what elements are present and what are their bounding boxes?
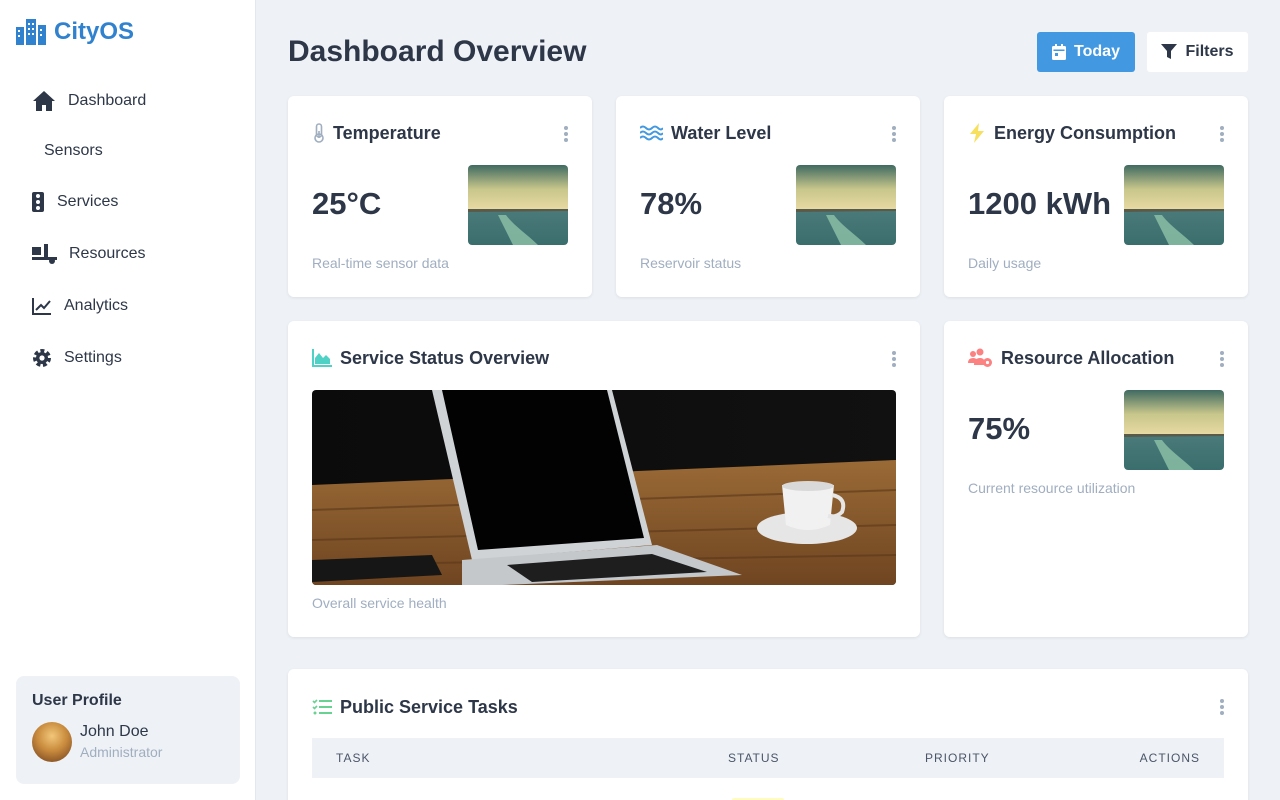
card-header: Service Status Overview	[312, 347, 549, 369]
column-header-priority[interactable]: PRIORITY	[925, 751, 990, 765]
sidebar-item-settings[interactable]: Settings	[32, 332, 242, 384]
user-name: John Doe	[80, 723, 149, 740]
user-profile-card[interactable]: User Profile John Doe Administrator	[16, 676, 240, 784]
card-title: Water Level	[671, 122, 772, 143]
sidebar-item-label: Resources	[69, 245, 146, 262]
app-logo[interactable]: CityOS	[16, 18, 134, 46]
gear-icon	[32, 346, 52, 370]
traffic-light-icon	[32, 190, 44, 214]
bolt-icon	[968, 122, 986, 144]
water-icon	[640, 122, 663, 144]
temperature-thumbnail	[468, 165, 568, 245]
water-level-thumbnail	[796, 165, 896, 245]
sidebar: CityOS Dashboard Sensors Services Resour…	[0, 0, 256, 800]
water-level-caption: Reservoir status	[640, 255, 742, 271]
chart-line-icon	[32, 294, 52, 318]
filters-button[interactable]: Filters	[1147, 32, 1248, 72]
sidebar-nav: Dashboard Sensors Services Resources Ana…	[32, 76, 242, 384]
today-label: Today	[1074, 43, 1120, 60]
more-options-icon[interactable]	[560, 126, 572, 142]
more-options-icon[interactable]	[1216, 126, 1228, 142]
resource-allocation-thumbnail	[1124, 390, 1224, 470]
tasks-table-header: TASK STATUS PRIORITY ACTIONS	[312, 738, 1224, 778]
tasks-icon	[312, 696, 332, 718]
public-service-tasks-card: Public Service Tasks TASK STATUS PRIORIT…	[288, 669, 1248, 800]
card-title: Service Status Overview	[340, 347, 550, 368]
resource-allocation-caption: Current resource utilization	[968, 480, 1136, 496]
service-status-image	[312, 390, 896, 585]
service-status-caption: Overall service health	[312, 595, 447, 611]
users-cog-icon	[968, 347, 993, 369]
truck-loading-icon	[32, 242, 57, 266]
user-role: Administrator	[80, 744, 163, 760]
user-profile-title: User Profile	[32, 692, 122, 709]
home-icon	[32, 89, 56, 113]
resource-allocation-value: 75%	[968, 411, 1031, 446]
app-name: CityOS	[54, 18, 135, 45]
sidebar-item-resources[interactable]: Resources	[32, 228, 242, 280]
card-title: Energy Consumption	[994, 122, 1177, 143]
card-header: Public Service Tasks	[312, 696, 518, 718]
energy-card: Energy Consumption 1200 kWh Daily usage	[944, 96, 1248, 297]
resource-allocation-card: Resource Allocation 75% Current resource…	[944, 321, 1248, 637]
temperature-value: 25°C	[312, 186, 382, 221]
more-options-icon[interactable]	[888, 351, 900, 367]
more-options-icon[interactable]	[1216, 699, 1228, 715]
column-header-actions[interactable]: ACTIONS	[1140, 751, 1200, 765]
card-title: Resource Allocation	[1001, 347, 1175, 368]
filters-label: Filters	[1185, 43, 1234, 60]
temperature-caption: Real-time sensor data	[312, 255, 449, 271]
more-options-icon[interactable]	[1216, 351, 1228, 367]
sidebar-item-label: Settings	[64, 349, 122, 366]
sidebar-item-analytics[interactable]: Analytics	[32, 280, 242, 332]
card-header: Energy Consumption	[968, 122, 1176, 144]
temperature-card: Temperature 25°C Real-time sensor data	[288, 96, 592, 297]
more-options-icon[interactable]	[888, 126, 900, 142]
water-level-card: Water Level 78% Reservoir status	[616, 96, 920, 297]
card-title: Temperature	[333, 122, 441, 143]
sidebar-item-label: Dashboard	[68, 92, 147, 109]
sidebar-item-label: Analytics	[64, 297, 129, 314]
thermometer-icon	[312, 122, 325, 144]
service-status-card: Service Status Overview Overall service …	[288, 321, 920, 637]
water-level-value: 78%	[640, 186, 703, 221]
calendar-icon	[1052, 44, 1067, 60]
energy-thumbnail	[1124, 165, 1224, 245]
card-header: Temperature	[312, 122, 441, 144]
sidebar-item-sensors[interactable]: Sensors	[32, 126, 242, 176]
chart-area-icon	[312, 347, 332, 369]
card-title: Public Service Tasks	[340, 696, 518, 717]
page-title: Dashboard Overview	[288, 35, 587, 68]
column-header-task[interactable]: TASK	[336, 751, 370, 765]
energy-value: 1200 kWh	[968, 186, 1112, 221]
city-icon	[16, 19, 46, 45]
sidebar-item-dashboard[interactable]: Dashboard	[32, 76, 242, 126]
sidebar-item-label: Sensors	[44, 142, 103, 159]
sidebar-item-services[interactable]: Services	[32, 176, 242, 228]
energy-caption: Daily usage	[968, 255, 1042, 271]
filter-icon	[1161, 44, 1178, 59]
column-header-status[interactable]: STATUS	[728, 751, 780, 765]
today-button[interactable]: Today	[1037, 32, 1135, 72]
card-header: Water Level	[640, 122, 771, 144]
avatar	[32, 722, 72, 762]
card-header: Resource Allocation	[968, 347, 1174, 369]
sidebar-item-label: Services	[57, 193, 119, 210]
